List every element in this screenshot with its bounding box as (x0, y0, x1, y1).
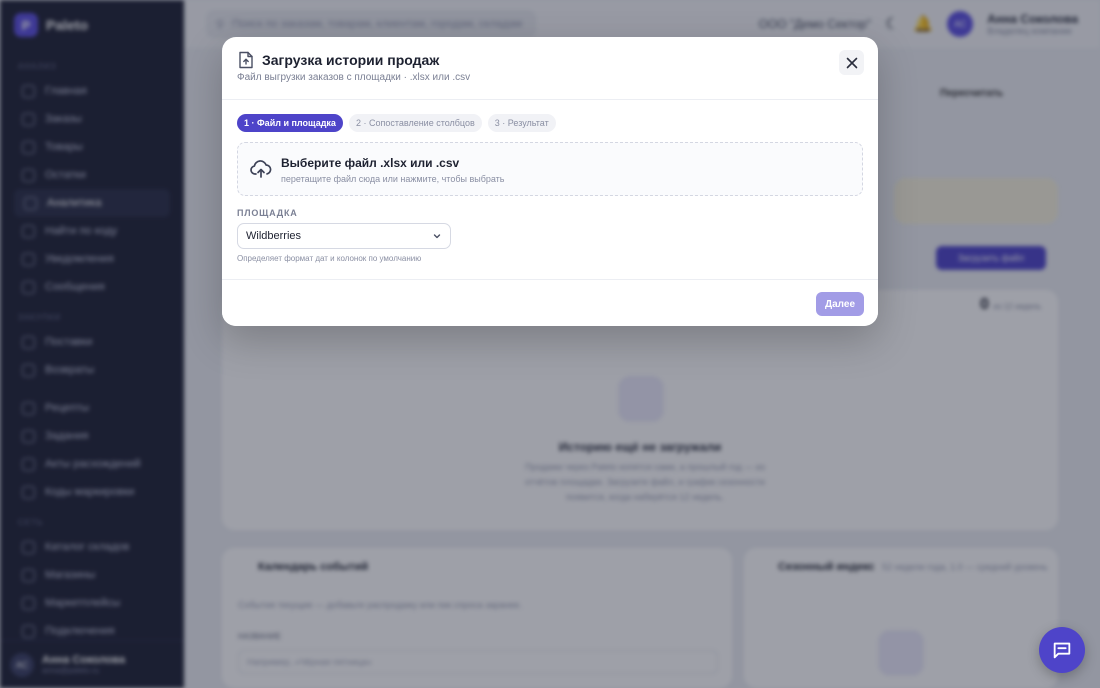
file-upload-icon (239, 51, 253, 69)
modal-title: Загрузка истории продаж (262, 52, 440, 68)
next-button[interactable]: Далее (816, 292, 864, 316)
step-result[interactable]: 3 · Результат (487, 114, 556, 132)
close-icon (846, 57, 857, 68)
chat-button[interactable] (1039, 627, 1085, 673)
close-button[interactable] (839, 50, 864, 75)
step-column-mapping[interactable]: 2 · Сопоставление столбцов (348, 114, 482, 132)
modal-subtitle: Файл выгрузки заказов с площадки · .xlsx… (237, 72, 471, 83)
modal-header: Загрузка истории продаж Файл выгрузки за… (222, 37, 878, 100)
stepper: 1 · Файл и площадка 2 · Сопоставление ст… (237, 114, 556, 132)
step-file-platform[interactable]: 1 · Файл и площадка (237, 114, 343, 132)
platform-label: ПЛОЩАДКА (237, 208, 298, 218)
file-dropzone[interactable]: Выберите файл .xlsx или .csv перетащите … (237, 142, 863, 196)
dropzone-title: Выберите файл .xlsx или .csv (281, 156, 460, 170)
dropzone-hint: перетащите файл сюда или нажмите, чтобы … (281, 174, 505, 184)
platform-note: Определяет формат дат и колонок по умолч… (237, 254, 422, 263)
cloud-upload-icon (250, 160, 272, 178)
upload-history-modal: Загрузка истории продаж Файл выгрузки за… (222, 37, 878, 326)
modal-footer: Далее (222, 279, 878, 326)
chat-icon (1053, 642, 1071, 659)
platform-select-value: Wildberries (246, 230, 302, 242)
platform-select[interactable]: Wildberries (237, 223, 451, 249)
chevron-down-icon (433, 234, 441, 239)
